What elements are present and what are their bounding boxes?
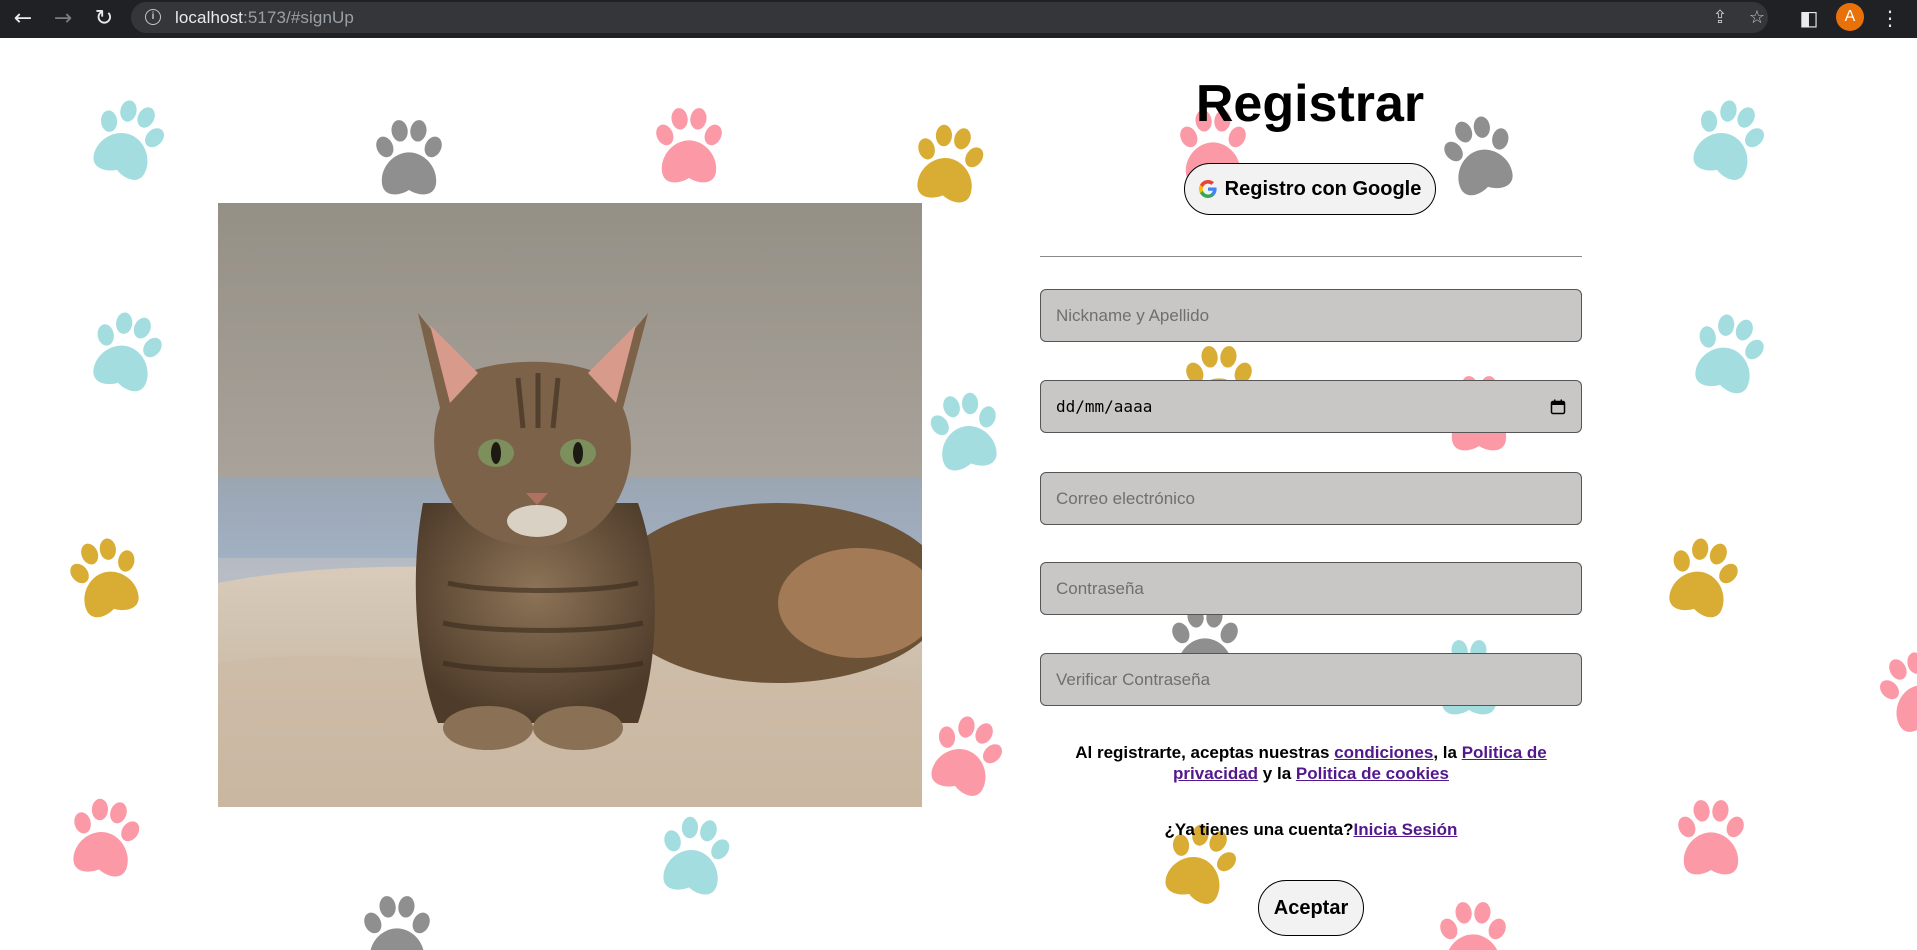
google-button-label: Registro con Google — [1224, 177, 1422, 200]
bookmark-star-icon[interactable]: ☆ — [1745, 6, 1769, 30]
share-icon[interactable]: ⇪ — [1708, 6, 1732, 30]
terms-text: Al registrarte, aceptas nuestras condici… — [1040, 742, 1582, 784]
paw-print-icon — [1681, 90, 1776, 187]
paw-print-icon — [1658, 530, 1748, 623]
terms-middle-2: y la — [1258, 764, 1296, 783]
confirm-password-input[interactable] — [1040, 653, 1582, 706]
paw-print-icon — [652, 107, 726, 183]
paw-print-icon — [1684, 306, 1774, 399]
reload-icon[interactable]: ↻ — [89, 3, 119, 33]
paw-print-icon — [81, 90, 176, 187]
forward-icon[interactable]: → — [48, 3, 78, 33]
conditions-link[interactable]: condiciones — [1334, 743, 1433, 762]
birthdate-input[interactable]: dd/mm/aaaa — [1040, 380, 1582, 433]
url-text[interactable]: localhost:5173/#signUp — [175, 8, 354, 28]
menu-icon[interactable]: ⋮ — [1876, 4, 1904, 32]
google-signup-button[interactable]: Registro con Google — [1184, 163, 1436, 215]
back-icon[interactable]: ← — [8, 3, 38, 33]
paw-print-icon — [906, 119, 991, 207]
side-panel-icon[interactable]: ◧ — [1795, 4, 1823, 32]
cookies-policy-link[interactable]: Politica de cookies — [1296, 764, 1449, 783]
address-bar[interactable]: i localhost:5173/#signUp ⇪ ☆ — [131, 2, 1768, 33]
email-input[interactable] — [1040, 472, 1582, 525]
google-icon — [1198, 180, 1217, 198]
terms-prefix: Al registrarte, aceptas nuestras — [1075, 743, 1335, 762]
paw-print-icon — [652, 811, 737, 899]
paw-print-icon — [1868, 642, 1917, 739]
login-link[interactable]: Inicia Sesión — [1354, 820, 1458, 839]
paw-print-icon — [62, 793, 147, 881]
accept-button[interactable]: Aceptar — [1258, 880, 1364, 936]
profile-avatar[interactable]: A — [1836, 3, 1864, 31]
paw-print-icon — [923, 387, 1008, 475]
browser-toolbar: ← → ↻ i localhost:5173/#signUp ⇪ ☆ ◧ A ⋮ — [0, 0, 1917, 38]
divider — [1040, 256, 1582, 257]
name-input[interactable] — [1040, 289, 1582, 342]
terms-middle-1: , la — [1433, 743, 1462, 762]
have-account-text: ¿Ya tienes una cuenta?Inicia Sesión — [1040, 820, 1582, 840]
paw-print-icon — [372, 119, 446, 195]
paw-print-icon — [1674, 799, 1748, 875]
paw-print-icon — [60, 530, 150, 623]
paw-print-icon — [1436, 901, 1510, 950]
signup-page: Registrar Registro con Google dd/mm/aaaa… — [0, 38, 1917, 950]
paw-print-icon — [360, 895, 434, 950]
site-info-icon[interactable]: i — [145, 9, 161, 25]
date-placeholder: dd/mm/aaaa — [1056, 397, 1153, 416]
cat-photo — [218, 203, 922, 807]
calendar-icon[interactable] — [1550, 399, 1566, 415]
url-host: localhost — [175, 8, 243, 27]
page-title: Registrar — [1195, 75, 1425, 133]
paw-print-icon — [919, 706, 1014, 803]
paw-print-icon — [82, 304, 172, 397]
url-path: :5173/#signUp — [243, 8, 354, 27]
have-account-label: ¿Ya tienes una cuenta? — [1164, 820, 1354, 839]
password-input[interactable] — [1040, 562, 1582, 615]
